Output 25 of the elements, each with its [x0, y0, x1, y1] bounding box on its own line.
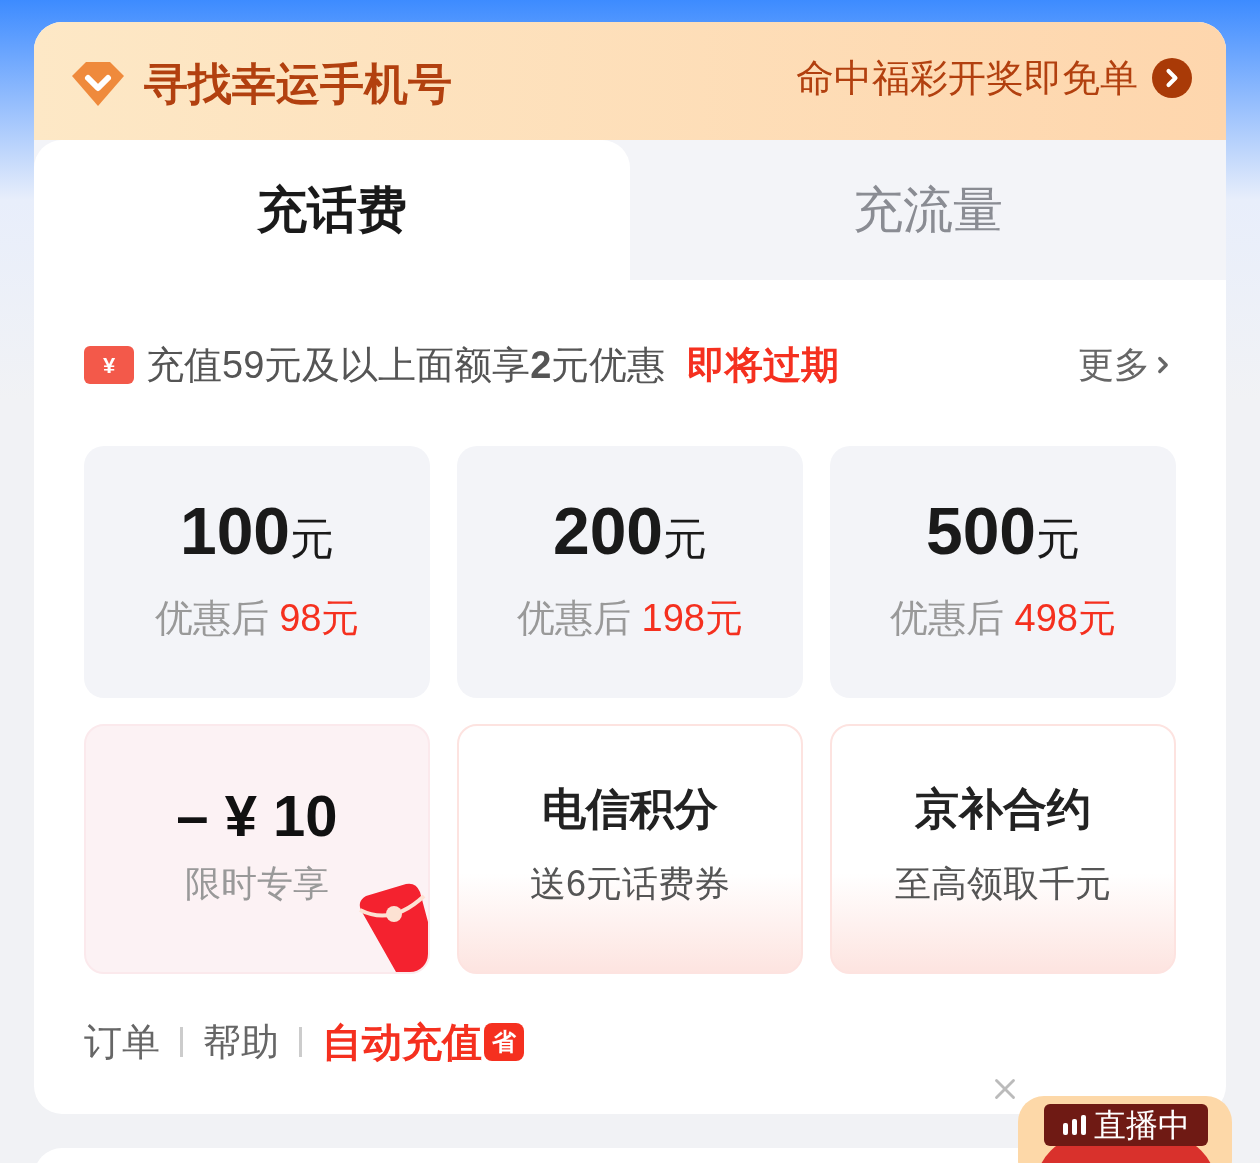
amount-value: 200元 — [552, 497, 708, 570]
promo-title: 寻找幸运手机号 — [144, 62, 452, 106]
tab[interactable]: 充话费 — [34, 140, 630, 280]
offer-card[interactable]: 京补合约 至高领取千元 — [830, 724, 1176, 974]
signal-icon — [1062, 1115, 1088, 1135]
more-link[interactable]: 更多 — [1078, 338, 1176, 392]
amount-card[interactable]: 500元 优惠后 498元 — [830, 446, 1176, 698]
expiry-label: 即将过期 — [687, 342, 840, 388]
amount-value: 500元 — [925, 497, 1081, 570]
ticket-icon: ¥ — [84, 346, 134, 384]
amount-value: 100元 — [179, 497, 335, 570]
discount-price: 优惠后 98元 — [154, 595, 360, 641]
discount-card[interactable]: – ¥ 10 限时专享 — [84, 724, 430, 974]
offer-card[interactable]: 电信积分 送6元话费券 — [457, 724, 803, 974]
amount-card[interactable]: 100元 优惠后 98元 — [84, 446, 430, 698]
footer-link[interactable]: 订单 — [84, 1013, 160, 1071]
auto-recharge-link[interactable]: 自动充值 省 — [322, 1012, 524, 1072]
coupon-text: 充值59元及以上面额享2元优惠 — [146, 342, 666, 388]
live-badge[interactable]: 直播中 — [1018, 1096, 1232, 1163]
amount-card[interactable]: 200元 优惠后 198元 — [457, 446, 803, 698]
live-label: 直播中 — [1094, 1109, 1190, 1141]
footer-link[interactable]: 帮助 — [203, 1013, 279, 1071]
discount-price: 优惠后 198元 — [517, 595, 743, 641]
lottery-link[interactable]: 命中福彩开奖即免单 — [796, 58, 1192, 98]
discount-price: 优惠后 498元 — [890, 595, 1116, 641]
